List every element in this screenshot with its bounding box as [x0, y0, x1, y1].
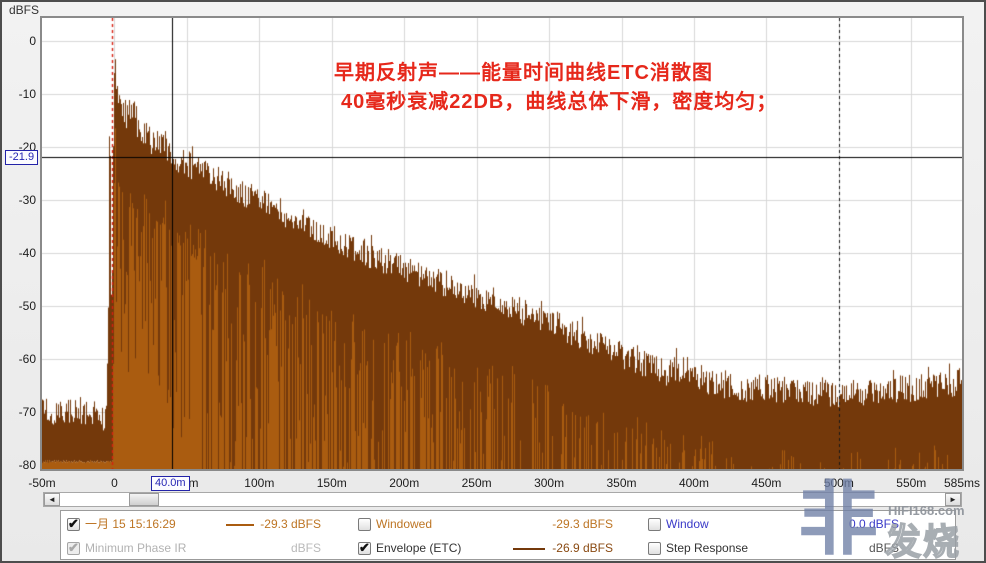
scroll-left-button[interactable]: ◄ [44, 493, 60, 506]
y-tick-label: -10 [0, 87, 36, 101]
y-tick-label: -40 [0, 246, 36, 260]
annotation-line2: 40毫秒衰减22DB，曲线总体下滑，密度均匀； [341, 85, 777, 114]
x-tick-label: 200m [374, 476, 434, 490]
y-axis-title: dBFS [9, 3, 39, 17]
checkbox-minimum-phase-ir [67, 542, 80, 555]
watermark-logo-icon: 非 [798, 478, 878, 562]
app-window: dBFS 0-10-20-30-40-50-60-70-80 -50m050m1… [0, 0, 986, 563]
y-tick-label: -50 [0, 299, 36, 313]
x-tick-label: 400m [664, 476, 724, 490]
level-readout: -29.3 dBFS [543, 517, 613, 532]
checkbox-step-response[interactable] [648, 542, 661, 555]
watermark-site-name: 发烧网 [885, 513, 986, 563]
checkbox-windowed[interactable] [358, 518, 371, 531]
y-tick-label: -80 [0, 458, 36, 472]
label-minimum-phase-ir: Minimum Phase IR [85, 541, 186, 556]
label-envelope-etc: Envelope (ETC) [376, 541, 461, 556]
level-readout: dBFS [251, 541, 321, 556]
x-tick-label: -50m [12, 476, 72, 490]
level-readout: -29.3 dBFS [251, 517, 321, 532]
trace-sample-line [513, 548, 545, 550]
x-tick-label: 100m [229, 476, 289, 490]
x-tick-label: 150m [302, 476, 362, 490]
cursor-time-readout: 40.0m [151, 476, 190, 491]
checkbox-window[interactable] [648, 518, 661, 531]
x-tick-label: 0 [84, 476, 144, 490]
scroll-left-icon: ◄ [48, 495, 56, 504]
trace-sample-line [226, 524, 254, 526]
label-step-response: Step Response [666, 541, 748, 556]
checkbox-15-15-16-29[interactable] [67, 518, 80, 531]
x-tick-label: 300m [519, 476, 579, 490]
annotation-line1: 早期反射声——能量时间曲线ETC消散图 [334, 56, 713, 85]
label-windowed: Windowed [376, 517, 432, 532]
label-15-15-16-29: 一月 15 15:16:29 [85, 517, 176, 532]
checkbox-envelope-etc[interactable] [358, 542, 371, 555]
x-tick-label: 250m [447, 476, 507, 490]
level-readout: -26.9 dBFS [543, 541, 613, 556]
y-tick-label: -60 [0, 352, 36, 366]
scroll-thumb[interactable] [129, 493, 159, 506]
x-tick-label: 450m [736, 476, 796, 490]
y-tick-label: -30 [0, 193, 36, 207]
x-tick-label: 585ms [932, 476, 986, 490]
x-tick-label: 350m [592, 476, 652, 490]
y-tick-label: -70 [0, 405, 36, 419]
y-tick-label: 0 [0, 34, 36, 48]
label-window: Window [666, 517, 709, 532]
cursor-level-readout: -21.9 [5, 150, 38, 165]
